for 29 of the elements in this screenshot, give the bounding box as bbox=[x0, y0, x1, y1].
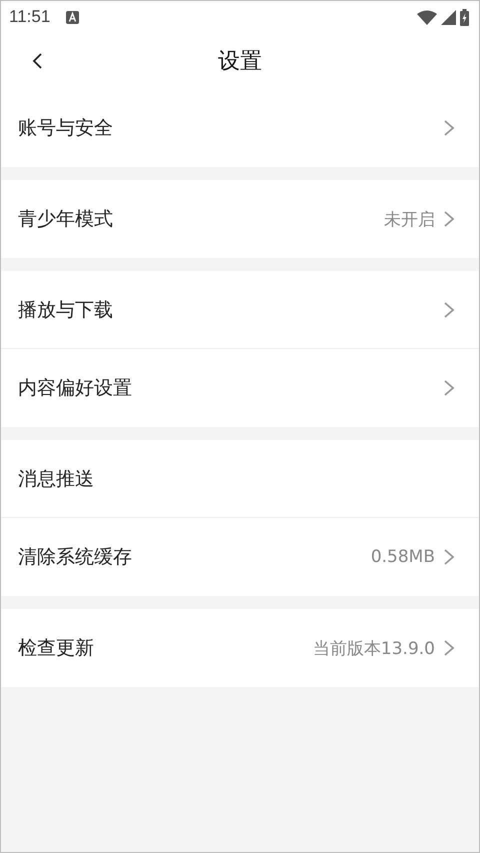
battery-icon bbox=[460, 8, 469, 26]
row-label: 消息推送 bbox=[18, 466, 95, 492]
row-label: 清除系统缓存 bbox=[18, 545, 133, 570]
chevron-right-icon bbox=[443, 119, 455, 137]
notification-icon bbox=[66, 10, 80, 24]
settings-row[interactable]: 清除系统缓存 0.58MB bbox=[1, 518, 479, 596]
row-value: 当前版本13.9.0 bbox=[312, 638, 435, 660]
row-label: 检查更新 bbox=[18, 636, 95, 661]
settings-row[interactable]: 内容偏好设置 bbox=[1, 349, 479, 427]
chevron-right-icon bbox=[443, 379, 455, 397]
settings-row[interactable]: 播放与下载 bbox=[1, 271, 479, 349]
settings-row[interactable]: 检查更新 当前版本13.9.0 bbox=[1, 609, 479, 687]
row-label: 内容偏好设置 bbox=[18, 376, 133, 401]
chevron-right-icon bbox=[443, 639, 455, 657]
page-title: 设置 bbox=[218, 48, 262, 76]
chevron-right-icon bbox=[443, 548, 455, 566]
row-label: 青少年模式 bbox=[18, 207, 114, 232]
status-time: 11:51 bbox=[9, 7, 50, 27]
chevron-right-icon bbox=[443, 300, 455, 318]
row-value: 0.58MB bbox=[370, 547, 435, 567]
signal-icon bbox=[441, 10, 456, 24]
chevron-right-icon bbox=[443, 210, 455, 228]
settings-row[interactable]: 账号与安全 bbox=[1, 89, 479, 167]
settings-row[interactable]: 消息推送 bbox=[1, 440, 479, 518]
row-value: 未开启 bbox=[384, 208, 435, 230]
row-label: 播放与下载 bbox=[18, 298, 114, 322]
row-label: 账号与安全 bbox=[18, 116, 114, 141]
wifi-icon bbox=[417, 10, 437, 24]
settings-row[interactable]: 青少年模式 未开启 bbox=[1, 180, 479, 258]
